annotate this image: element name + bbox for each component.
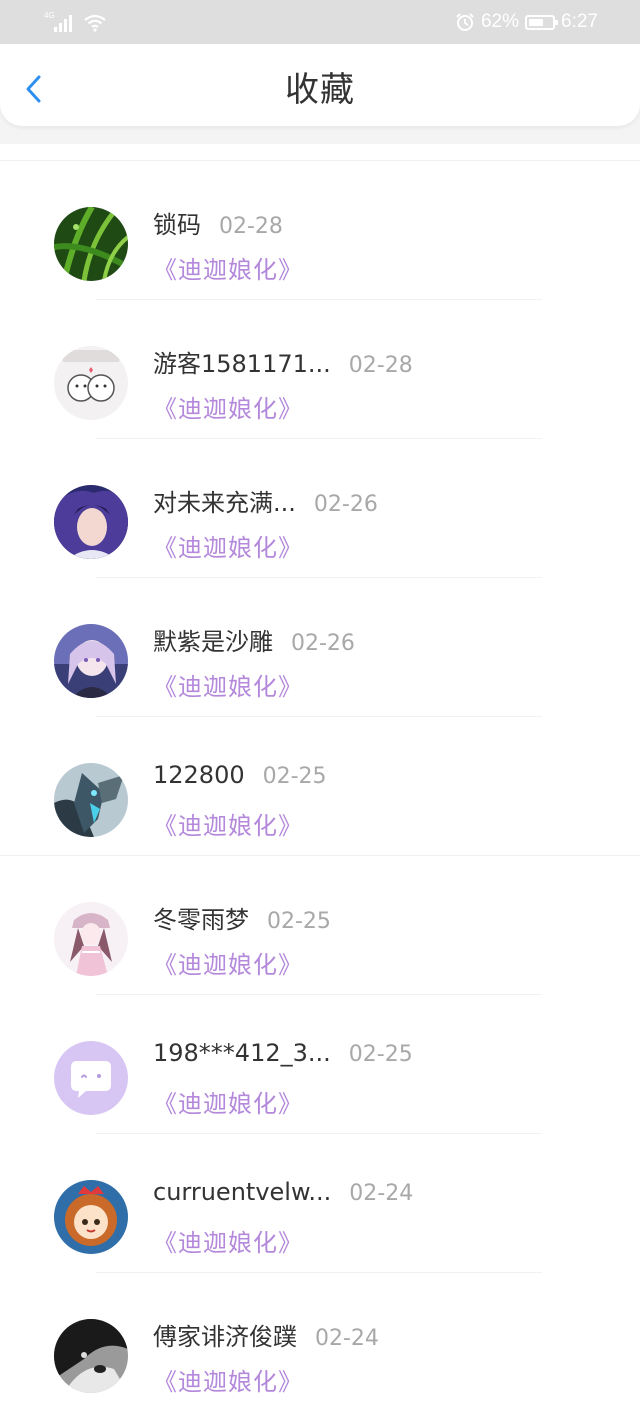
- avatar[interactable]: [54, 624, 128, 698]
- avatar[interactable]: [54, 207, 128, 281]
- nav-header: 收藏: [0, 44, 640, 126]
- user-name[interactable]: 冬零雨梦: [153, 900, 249, 935]
- status-left: 4G: [44, 12, 106, 32]
- battery-percent: 62%: [480, 11, 520, 32]
- topic-link[interactable]: 《迪迦娘化》: [153, 250, 303, 285]
- item-date: 02-28: [348, 353, 413, 378]
- item-date: 02-25: [267, 909, 331, 934]
- topic-link[interactable]: 《迪迦娘化》: [153, 1084, 303, 1119]
- signal-icon: [54, 14, 72, 32]
- avatar[interactable]: [54, 763, 128, 837]
- favorites-list: 锁码 02-28 《迪迦娘化》 游客1581171... 02-28 《迪迦娘化…: [0, 161, 640, 1412]
- wifi-icon: [84, 14, 106, 32]
- topic-link[interactable]: 《迪迦娘化》: [153, 945, 303, 980]
- list-item[interactable]: 傅家诽济俊蹼 02-24 《迪迦娘化》: [0, 1273, 640, 1412]
- list-item[interactable]: 游客1581171... 02-28 《迪迦娘化》: [0, 300, 640, 439]
- status-right: 62% 6:27: [455, 10, 598, 34]
- avatar[interactable]: [54, 1041, 128, 1115]
- list-item[interactable]: 锁码 02-28 《迪迦娘化》: [0, 161, 640, 300]
- list-item[interactable]: 122800 02-25 《迪迦娘化》: [0, 717, 640, 856]
- user-name[interactable]: 傅家诽济俊蹼: [153, 1317, 297, 1352]
- user-name[interactable]: 游客1581171...: [153, 344, 331, 379]
- item-header: 122800 02-25: [153, 761, 327, 789]
- avatar[interactable]: [54, 1180, 128, 1254]
- network-type: 4G: [44, 11, 55, 20]
- item-header: curruentvelw... 02-24: [153, 1178, 413, 1206]
- battery-icon: [525, 14, 559, 30]
- list-item[interactable]: 对未来充满... 02-26 《迪迦娘化》: [0, 439, 640, 578]
- item-header: 198***412_3... 02-25: [153, 1039, 413, 1067]
- avatar[interactable]: [54, 485, 128, 559]
- item-header: 默紫是沙雕 02-26: [153, 622, 355, 657]
- avatar[interactable]: [54, 346, 128, 420]
- user-name[interactable]: 对未来充满...: [153, 483, 296, 518]
- avatar[interactable]: [54, 902, 128, 976]
- avatar[interactable]: [54, 1319, 128, 1393]
- list-item[interactable]: 冬零雨梦 02-25 《迪迦娘化》: [0, 856, 640, 995]
- list-item[interactable]: curruentvelw... 02-24 《迪迦娘化》: [0, 1134, 640, 1273]
- user-name[interactable]: 默紫是沙雕: [153, 622, 273, 657]
- topic-link[interactable]: 《迪迦娘化》: [153, 806, 303, 841]
- item-header: 锁码 02-28: [153, 205, 283, 240]
- item-date: 02-26: [313, 492, 378, 517]
- status-bar: 4G 62% 6:27: [0, 0, 640, 44]
- item-header: 对未来充满... 02-26: [153, 483, 378, 518]
- alarm-icon: [456, 13, 474, 31]
- item-date: 02-25: [348, 1042, 413, 1067]
- topic-link[interactable]: 《迪迦娘化》: [153, 389, 303, 424]
- item-header: 冬零雨梦 02-25: [153, 900, 331, 935]
- user-name[interactable]: curruentvelw...: [153, 1178, 331, 1206]
- user-name[interactable]: 198***412_3...: [153, 1039, 331, 1067]
- item-date: 02-24: [349, 1181, 414, 1206]
- item-date: 02-26: [291, 631, 355, 656]
- clock: 6:27: [561, 11, 598, 32]
- item-date: 02-24: [315, 1326, 379, 1351]
- item-date: 02-28: [219, 214, 283, 239]
- topic-link[interactable]: 《迪迦娘化》: [153, 528, 303, 563]
- topic-link[interactable]: 《迪迦娘化》: [153, 667, 303, 702]
- list-item[interactable]: 默紫是沙雕 02-26 《迪迦娘化》: [0, 578, 640, 717]
- item-date: 02-25: [262, 764, 327, 789]
- topic-link[interactable]: 《迪迦娘化》: [153, 1223, 303, 1258]
- user-name[interactable]: 122800: [153, 761, 245, 789]
- user-name[interactable]: 锁码: [153, 205, 201, 240]
- page-title: 收藏: [285, 70, 355, 110]
- item-header: 游客1581171... 02-28: [153, 344, 413, 379]
- topic-link[interactable]: 《迪迦娘化》: [153, 1362, 303, 1397]
- item-header: 傅家诽济俊蹼 02-24: [153, 1317, 379, 1352]
- list-item[interactable]: 198***412_3... 02-25 《迪迦娘化》: [0, 995, 640, 1134]
